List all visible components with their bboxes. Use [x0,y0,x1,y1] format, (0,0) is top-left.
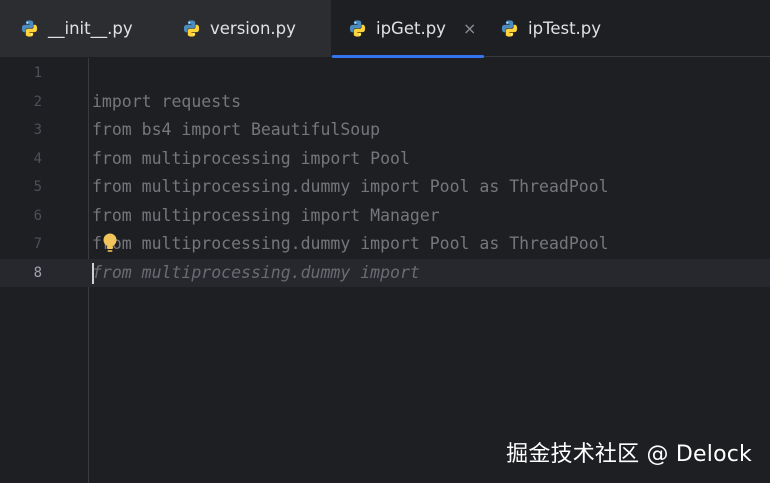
code-text: import requests [92,91,242,111]
code-line[interactable]: 4 from multiprocessing import Pool [0,145,770,174]
tab-init-py[interactable]: __init__.py [0,0,164,57]
lightbulb-icon[interactable] [101,231,119,257]
tab-iptest-py[interactable]: ipTest.py [486,0,636,57]
line-number: 4 [33,150,42,167]
close-tab-icon[interactable]: × [463,19,476,38]
tab-label: ipTest.py [528,19,602,38]
line-number: 7 [33,236,42,252]
code-line[interactable]: 5 from multiprocessing.dummy import Pool… [0,173,770,202]
line-number: 6 [33,207,42,224]
tab-ipget-py[interactable]: ipGet.py × [332,0,484,58]
python-file-icon [349,20,366,37]
code-line[interactable]: 7 from multiprocessing.dummy import Pool… [0,230,770,259]
tab-label: version.py [210,19,296,38]
code-text: from multiprocessing.dummy import [92,262,420,282]
code-line[interactable]: 3 from bs4 import BeautifulSoup [0,116,770,145]
code-line[interactable]: 2 import requests [0,88,770,117]
line-number: 1 [33,65,42,81]
line-number: 5 [33,179,42,195]
editor-tab-bar: __init__.py version.py ipGet.py × ipTest… [0,0,770,58]
python-file-icon [183,20,200,37]
tab-label: ipGet.py [376,19,446,38]
code-line-current[interactable]: 8 from multiprocessing.dummy import [0,258,770,288]
line-number: 2 [33,93,42,110]
tab-label: __init__.py [48,19,133,38]
tab-version-py[interactable]: version.py [164,0,331,57]
watermark: 掘金技术社区 @ Delock [506,442,752,467]
python-file-icon [501,20,518,37]
python-file-icon [21,20,38,37]
code-text: from multiprocessing import Manager [92,205,440,225]
code-text: from multiprocessing.dummy import Pool a… [92,234,609,253]
code-line[interactable]: 1 [0,59,770,88]
line-number: 3 [33,122,42,138]
code-text: from multiprocessing import Pool [92,148,410,168]
line-number: 8 [33,264,42,281]
code-line[interactable]: 6 from multiprocessing import Manager [0,202,770,231]
text-caret [92,262,94,284]
code-editor[interactable]: 1 2 import requests 3 from bs4 import Be… [0,58,770,483]
code-text: from multiprocessing.dummy import Pool a… [92,177,609,196]
code-text: from bs4 import BeautifulSoup [92,120,381,139]
